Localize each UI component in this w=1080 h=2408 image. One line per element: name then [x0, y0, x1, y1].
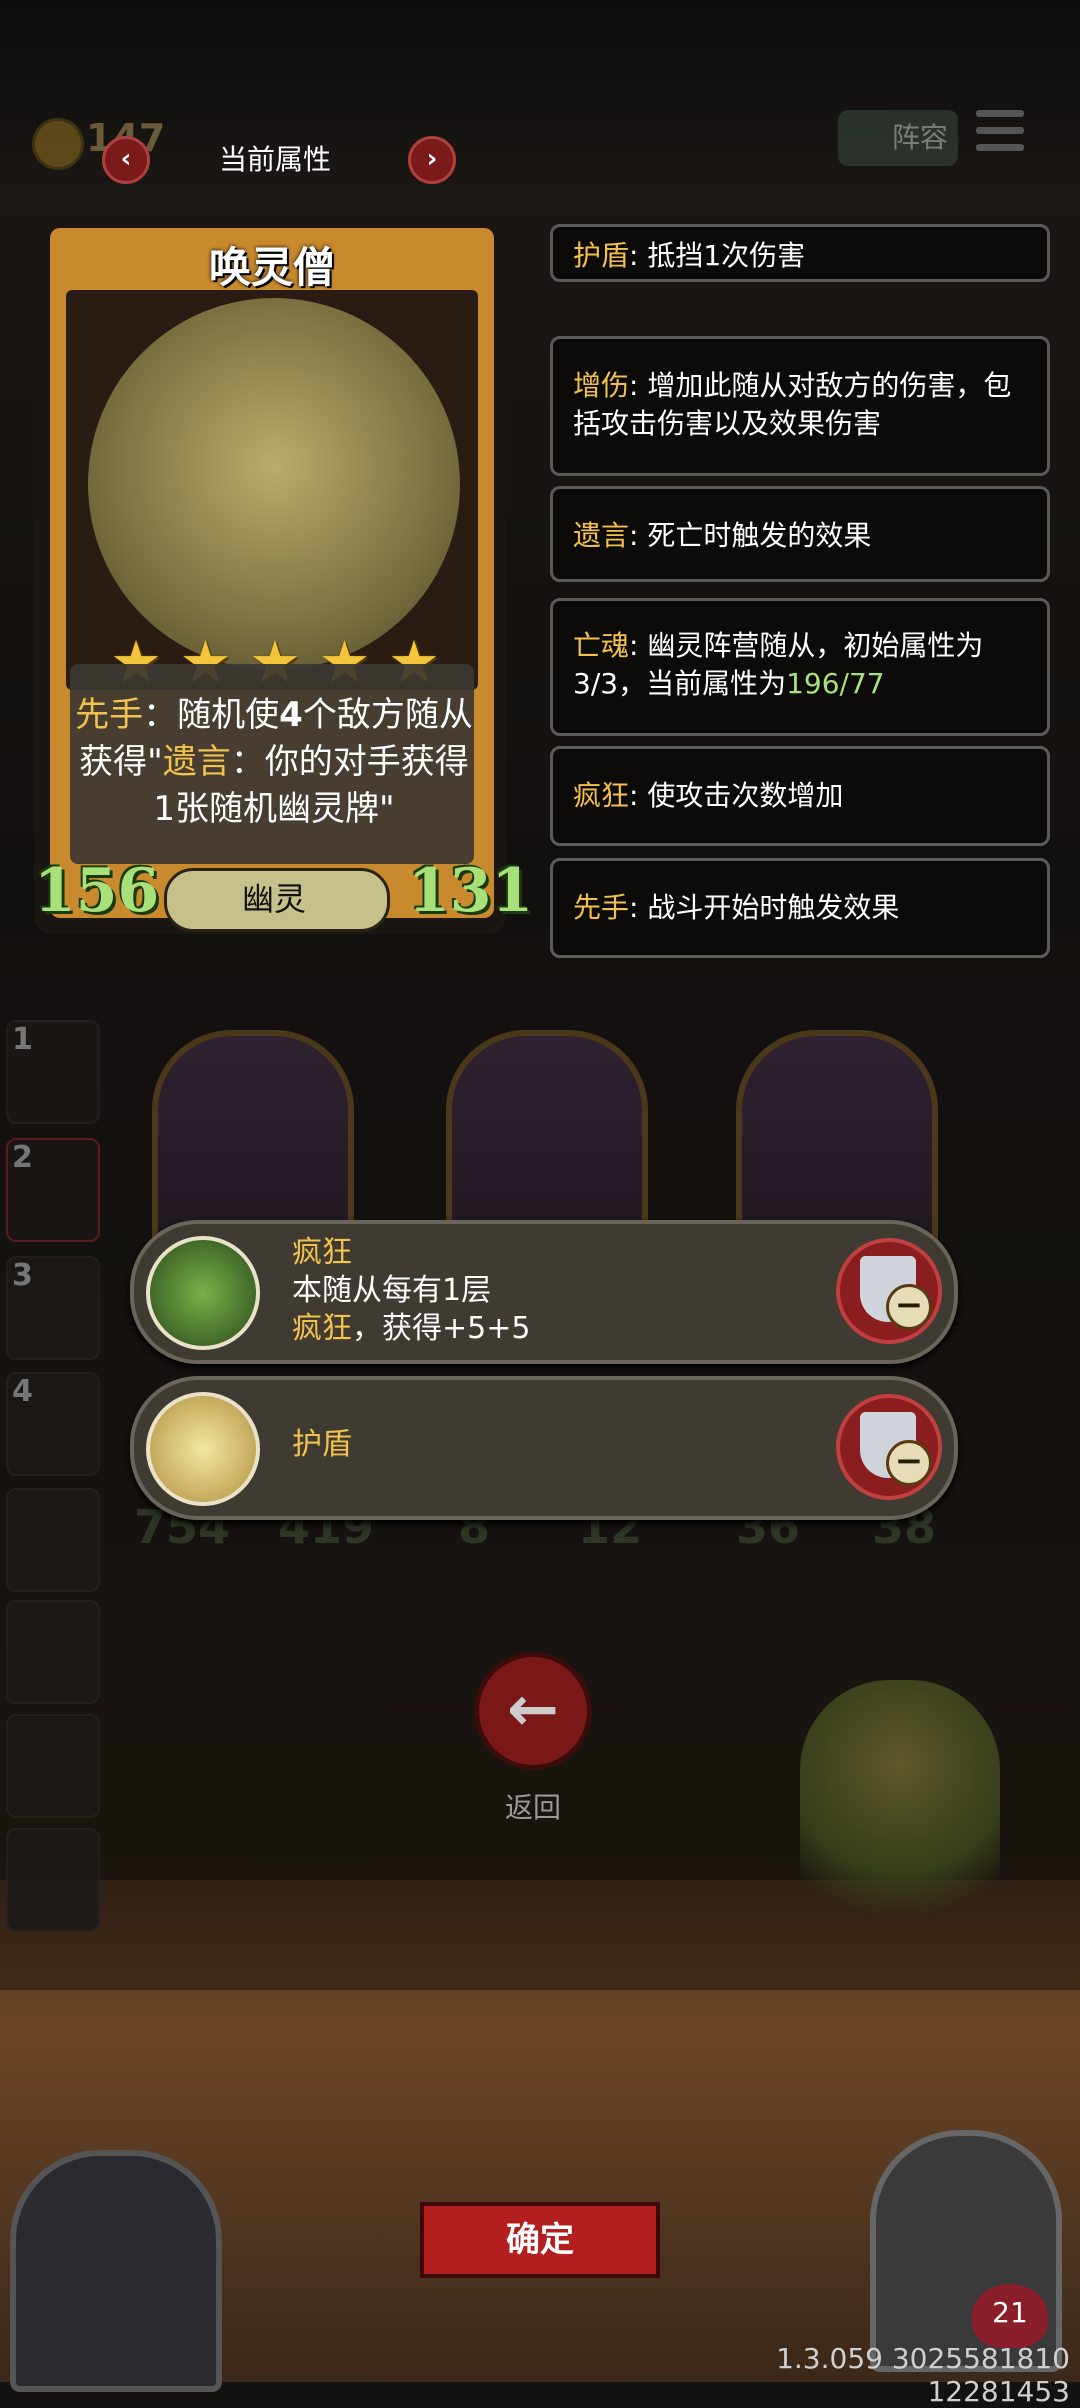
confirm-button[interactable]: 确定	[420, 2202, 660, 2278]
keyword-panel-first-strike: 先手: 战斗开始时触发效果	[550, 858, 1050, 958]
buff-text: 疯狂 本随从每有1层 疯狂，获得+5+5	[292, 1234, 530, 1348]
keyword-text: : 死亡时触发的效果	[629, 519, 872, 552]
keyword-name: 增伤	[573, 369, 630, 402]
keyword-name: 疯狂	[573, 779, 630, 812]
remove-buff-button[interactable]: −	[836, 1238, 942, 1344]
coin-icon	[32, 118, 84, 170]
minus-icon: −	[886, 1440, 932, 1486]
keyword-text: : 使攻击次数增加	[629, 779, 844, 812]
keyword-text: : 幽灵阵营随从，初始属性为3/3，当前属性为	[573, 629, 984, 700]
keyword-text: : 增加此随从对敌方的伤害，包括攻击伤害以及效果伤害	[573, 369, 1012, 440]
frenzy-buff-icon	[146, 1236, 260, 1350]
keyword-value: 196/77	[786, 667, 885, 700]
keyword-panel-shield: 护盾: 抵挡1次伤害	[550, 224, 1050, 282]
card-attack: 156	[34, 856, 160, 926]
buff-line: 本随从每有1层	[292, 1273, 492, 1308]
buff-keyword: 疯狂	[292, 1311, 352, 1346]
card-health: 131	[408, 856, 534, 926]
remove-buff-button[interactable]: −	[836, 1394, 942, 1500]
buff-text: 护盾	[292, 1426, 352, 1464]
menu-icon[interactable]	[976, 110, 1024, 160]
tribe-label: 幽灵	[241, 880, 306, 918]
keyword-name: 先手	[573, 891, 630, 924]
keyword-first-strike: 先手	[75, 695, 144, 735]
keyword-text: : 战斗开始时触发效果	[629, 891, 900, 924]
card-description: 先手：随机使4个敌方随从获得"遗言：你的对手获得1张随机幽灵牌"	[74, 692, 474, 833]
keyword-deathrattle: 遗言	[162, 742, 231, 782]
card-portrait	[88, 298, 460, 670]
keyword-panel-frenzy: 疯狂: 使攻击次数增加	[550, 746, 1050, 846]
back-button[interactable]: ←	[474, 1652, 592, 1770]
back-label: 返回	[504, 1791, 561, 1824]
page-title: 当前属性	[218, 143, 331, 176]
buff-title: 疯狂	[292, 1235, 352, 1270]
buff-effect: ，获得+5+5	[352, 1311, 531, 1346]
version-text: 1.3.059 3025581810 12281453	[776, 2342, 1070, 2408]
keyword-panel-damage: 增伤: 增加此随从对敌方的伤害，包括攻击伤害以及效果伤害	[550, 336, 1050, 476]
lineup-button[interactable]: 阵容	[838, 110, 958, 166]
prev-arrow-button[interactable]: ‹	[102, 136, 150, 184]
keyword-name: 护盾	[573, 239, 630, 272]
card-name: 唤灵僧	[208, 243, 335, 292]
keyword-name: 遗言	[573, 519, 630, 552]
player-level: 21	[992, 2296, 1028, 2329]
desc-part: ：随机使	[143, 695, 280, 735]
buff-row-shield[interactable]: 护盾 −	[130, 1376, 958, 1520]
shield-buff-icon	[146, 1392, 260, 1506]
keyword-panel-ghost: 亡魂: 幽灵阵营随从，初始属性为3/3，当前属性为196/77	[550, 598, 1050, 736]
buff-title: 护盾	[292, 1427, 352, 1462]
desc-number: 4	[279, 695, 303, 735]
shop-frame[interactable]	[10, 2150, 222, 2392]
minus-icon: −	[886, 1284, 932, 1330]
keyword-text: : 抵挡1次伤害	[629, 239, 806, 272]
buff-row-frenzy[interactable]: 疯狂 本随从每有1层 疯狂，获得+5+5 −	[130, 1220, 958, 1364]
keyword-name: 亡魂	[573, 629, 630, 662]
buff-line: 疯狂，获得+5+5	[292, 1310, 530, 1348]
next-arrow-button[interactable]: ›	[408, 136, 456, 184]
keyword-panel-deathrattle: 遗言: 死亡时触发的效果	[550, 486, 1050, 582]
